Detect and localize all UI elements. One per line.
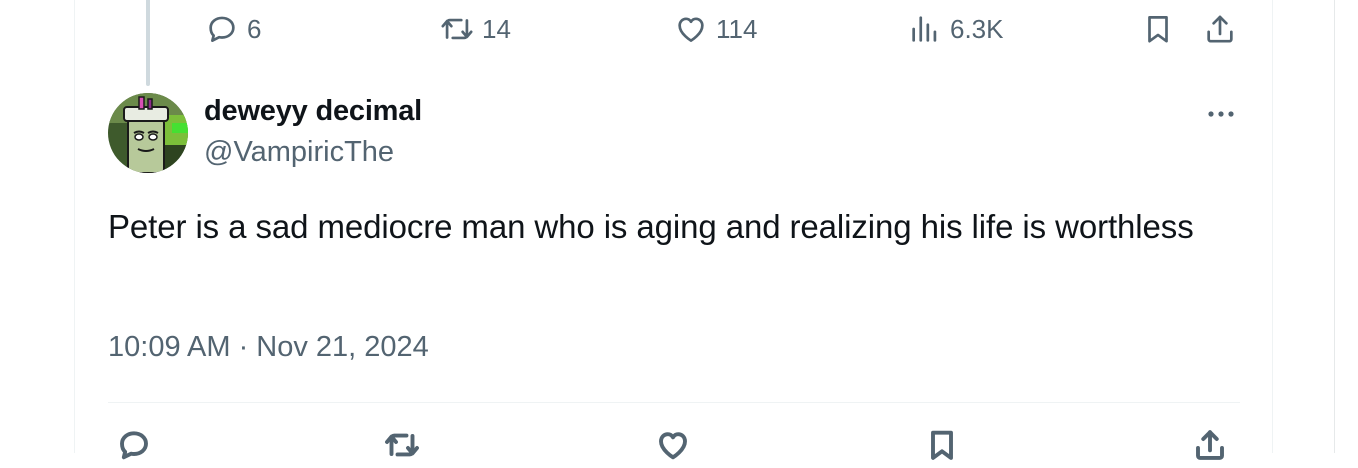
more-icon xyxy=(1208,111,1234,117)
share-icon xyxy=(1207,15,1233,43)
heart-icon xyxy=(678,17,704,42)
like-count: 114 xyxy=(716,13,758,44)
like-button[interactable]: 114 xyxy=(674,11,757,47)
more-options-button[interactable] xyxy=(1204,102,1238,126)
tweet-text: Peter is a sad mediocre man who is aging… xyxy=(108,208,1194,245)
bookmark-button-bottom[interactable] xyxy=(924,427,960,463)
retweet-button-bottom[interactable] xyxy=(384,427,420,463)
column-border-right xyxy=(1272,0,1273,453)
reply-button[interactable]: 6 xyxy=(205,11,261,47)
tweet-timestamp[interactable]: 10:09 AM · Nov 21, 2024 xyxy=(108,331,429,364)
display-name[interactable]: deweyy decimal xyxy=(204,95,422,128)
retweet-icon xyxy=(385,433,419,457)
user-handle[interactable]: @VampiricThe xyxy=(204,136,394,169)
views-icon xyxy=(912,16,937,42)
share-button[interactable] xyxy=(1203,11,1237,47)
retweet-icon xyxy=(441,18,473,40)
like-button-bottom[interactable] xyxy=(655,427,691,463)
bookmark-icon xyxy=(931,430,953,460)
reply-icon xyxy=(209,16,235,42)
reply-button-bottom[interactable] xyxy=(116,427,152,463)
view-count: 6.3K xyxy=(950,13,1004,44)
share-button-bottom[interactable] xyxy=(1192,427,1228,463)
avatar-image xyxy=(108,93,188,173)
page-scrollbar[interactable] xyxy=(1334,0,1335,453)
bookmark-icon xyxy=(1148,16,1168,43)
retweet-button[interactable]: 14 xyxy=(440,11,511,47)
views-button[interactable]: 6.3K xyxy=(908,11,1004,47)
reply-count: 6 xyxy=(247,13,262,44)
bookmark-button[interactable] xyxy=(1141,11,1175,47)
heart-icon xyxy=(659,432,687,460)
reply-icon xyxy=(120,431,148,460)
column-border-left xyxy=(74,0,75,453)
share-icon xyxy=(1196,430,1224,460)
retweet-count: 14 xyxy=(482,13,511,44)
avatar[interactable] xyxy=(108,93,188,173)
divider xyxy=(108,402,1240,403)
thread-connector-line xyxy=(146,0,150,86)
